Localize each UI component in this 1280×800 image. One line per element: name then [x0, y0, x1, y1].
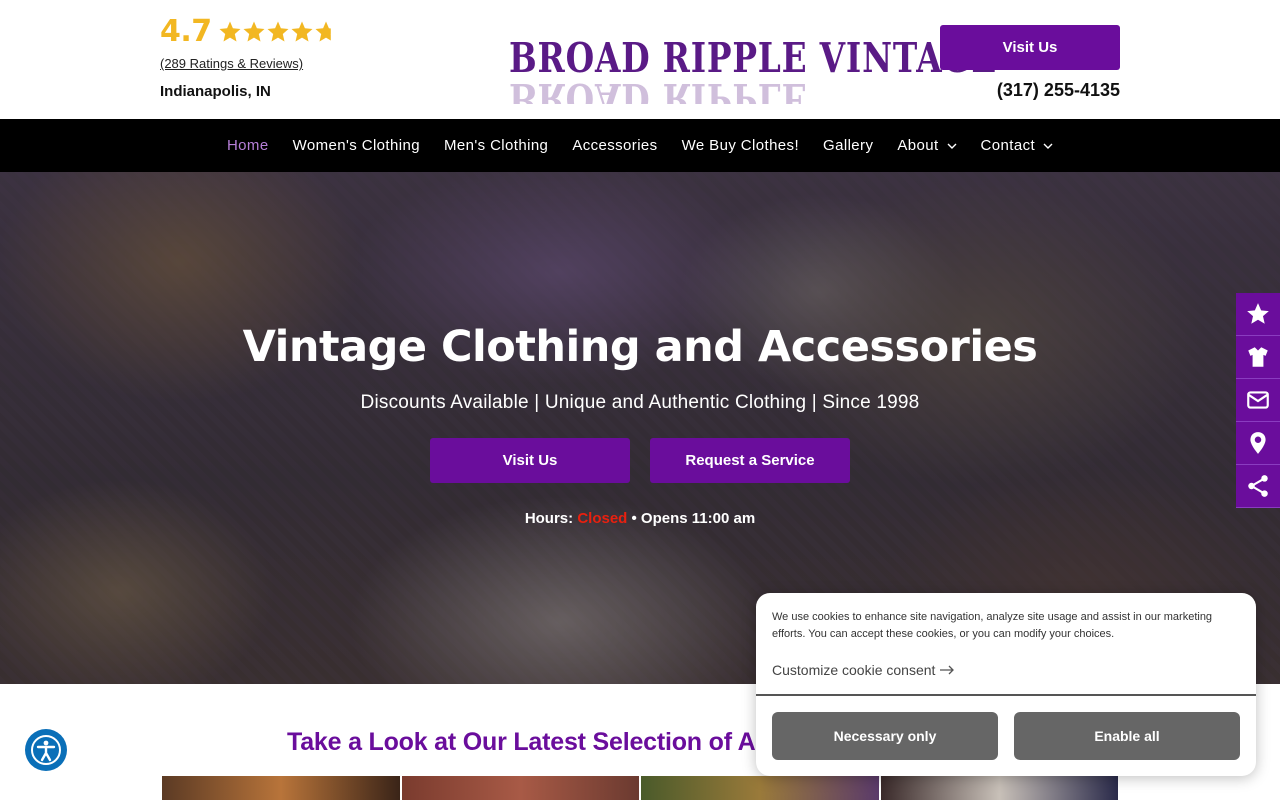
necessary-only-button[interactable]: Necessary only: [772, 712, 998, 760]
hero-subtitle: Discounts Available | Unique and Authent…: [360, 392, 920, 413]
cookie-message: We use cookies to enhance site navigatio…: [772, 611, 1213, 640]
envelope-icon: [1247, 391, 1269, 409]
share-icon: [1248, 475, 1268, 497]
star-icon: [267, 21, 289, 41]
gallery-thumbnail[interactable]: [162, 776, 400, 800]
nav-item-about[interactable]: About: [897, 137, 957, 154]
nav-item-contact[interactable]: Contact: [981, 137, 1054, 154]
nav-item-home[interactable]: Home: [227, 137, 269, 154]
nav-item-label: Home: [226, 137, 269, 154]
visit-us-button[interactable]: Visit Us: [940, 25, 1120, 70]
rating-stars: [218, 20, 338, 44]
divider: [756, 694, 1256, 696]
hero-visit-us-button[interactable]: Visit Us: [430, 438, 630, 483]
star-icon: [315, 21, 331, 41]
main-nav: Home Women's Clothing Men's Clothing Acc…: [0, 119, 1280, 172]
shirt-icon: [1248, 347, 1268, 367]
site-header: 4.7 (289 Ratings & Reviews) Indianapolis…: [0, 0, 1280, 119]
phone-link[interactable]: (317) 255-4135: [997, 80, 1120, 101]
map-pin-icon: [1250, 432, 1266, 454]
rating-score: 4.7: [160, 14, 212, 49]
chevron-down-icon: [947, 143, 957, 149]
side-reviews-button[interactable]: [1236, 293, 1280, 336]
rating-widget[interactable]: 4.7: [160, 14, 338, 49]
hours-next-open: • Opens 11:00 am: [631, 510, 756, 527]
side-share-button[interactable]: [1236, 465, 1280, 508]
hours-status: Closed: [577, 510, 628, 527]
reviews-link[interactable]: (289 Ratings & Reviews): [160, 56, 303, 71]
logo-reflection: BROAD RIPPLE VINTAGE: [509, 74, 806, 104]
star-icon: [1247, 303, 1269, 324]
nav-item-label: Accessories: [572, 137, 658, 154]
accessibility-button[interactable]: [25, 729, 67, 771]
nav-item-gallery[interactable]: Gallery: [823, 137, 873, 154]
hero-title: Vintage Clothing and Accessories: [242, 322, 1038, 372]
nav-item-label: Women's Clothing: [292, 137, 420, 154]
side-toolbar: [1236, 293, 1280, 508]
nav-item-label: Gallery: [823, 137, 874, 154]
nav-item-label: About: [897, 137, 939, 154]
nav-item-label: We Buy Clothes!: [681, 137, 800, 154]
nav-item-label: Contact: [980, 137, 1036, 154]
gallery-thumbnail[interactable]: [641, 776, 879, 800]
nav-item-womens-clothing[interactable]: Women's Clothing: [293, 137, 420, 154]
enable-all-button[interactable]: Enable all: [1014, 712, 1240, 760]
star-icon: [291, 21, 313, 41]
location-text: Indianapolis, IN: [160, 83, 271, 100]
site-logo[interactable]: BROAD RIPPLE VINTAGE BROAD RIPPLE VINTAG…: [476, 26, 996, 106]
hours-label: Hours:: [524, 510, 574, 527]
star-icon: [219, 21, 241, 41]
side-contact-button[interactable]: [1236, 379, 1280, 422]
gallery-thumbnail[interactable]: [880, 776, 1118, 800]
business-hours: Hours: Closed • Opens 11:00 am: [0, 510, 1280, 527]
side-apparel-button[interactable]: [1236, 336, 1280, 379]
nav-item-accessories[interactable]: Accessories: [572, 137, 657, 154]
cookie-consent-dialog: We use cookies to enhance site navigatio…: [756, 593, 1256, 776]
section-title: Take a Look at Our Latest Selection of A…: [287, 728, 830, 756]
side-directions-button[interactable]: [1236, 422, 1280, 465]
arrow-right-icon: [940, 665, 955, 675]
request-service-button[interactable]: Request a Service: [650, 438, 850, 483]
nav-item-we-buy-clothes[interactable]: We Buy Clothes!: [682, 137, 799, 154]
gallery-thumbnail[interactable]: [401, 776, 639, 800]
customize-cookie-label: Customize cookie consent: [772, 662, 936, 678]
accessibility-icon: [31, 735, 61, 765]
customize-cookie-link[interactable]: Customize cookie consent: [772, 662, 955, 678]
star-icon: [243, 21, 265, 41]
chevron-down-icon: [1043, 143, 1053, 149]
nav-item-label: Men's Clothing: [443, 137, 549, 154]
apparel-gallery: [162, 776, 1118, 800]
nav-item-mens-clothing[interactable]: Men's Clothing: [444, 137, 548, 154]
